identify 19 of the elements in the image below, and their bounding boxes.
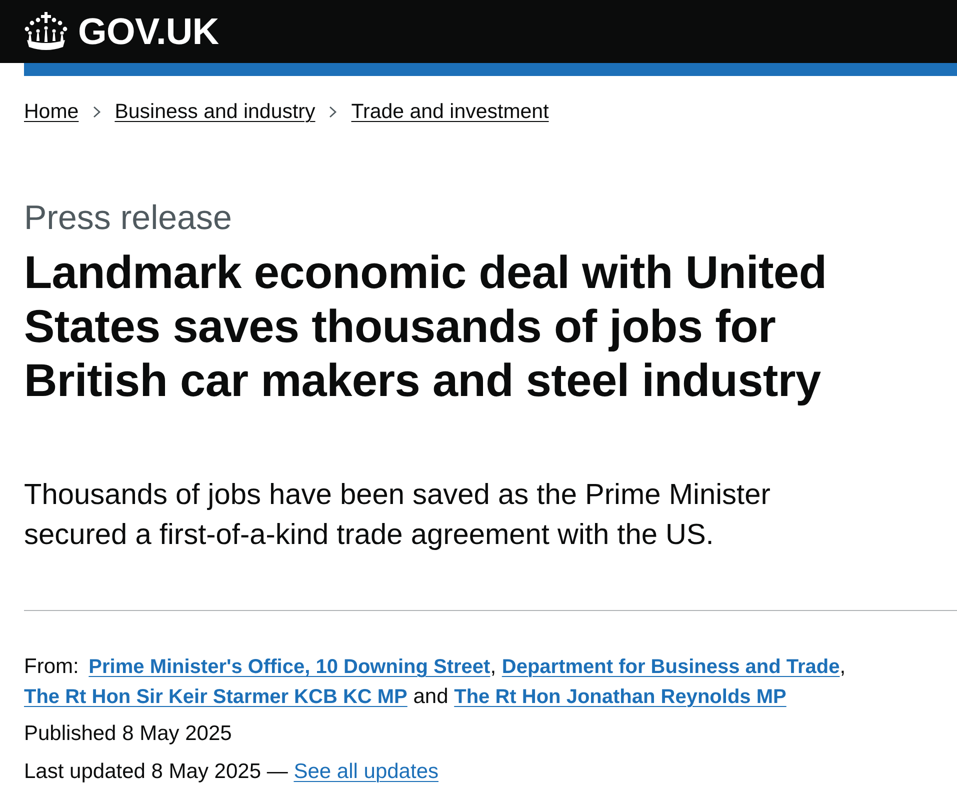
from-line: From: Prime Minister's Office, 10 Downing Street, Department for Business and Trade, The Rt Hon Sir Keir Starmer KCB KC MP and The Rt Hon Jonathan Reynolds MP bbox=[24, 654, 847, 710]
last-updated-line: Last updated 8 May 2025 — See all updates bbox=[24, 759, 438, 785]
see-all-updates-link[interactable]: See all updates bbox=[294, 760, 438, 783]
chevron-right-icon bbox=[329, 106, 338, 118]
logo-text: GOV.UK bbox=[78, 13, 219, 50]
page-title: Landmark economic deal with United States saves thousands of jobs for British car makers and steel industry bbox=[24, 245, 828, 407]
lead-paragraph: Thousands of jobs have been saved as the Prime Minister secured a first-of-a-kind trade agreement with the US. bbox=[24, 478, 772, 553]
crown-icon bbox=[24, 12, 68, 52]
chevron-right-icon bbox=[92, 106, 101, 118]
published-line: Published 8 May 2025 bbox=[24, 721, 232, 747]
organisation-link[interactable]: Department for Business and Trade bbox=[502, 656, 840, 678]
organisation-link[interactable]: Prime Minister's Office, 10 Downing Street bbox=[88, 656, 490, 678]
organisation-link[interactable]: The Rt Hon Jonathan Reynolds MP bbox=[454, 686, 786, 708]
govuk-logo-link[interactable]: GOV.UK bbox=[24, 12, 219, 52]
breadcrumb-link[interactable]: Trade and investment bbox=[351, 99, 549, 124]
breadcrumb-link[interactable]: Home bbox=[24, 99, 79, 124]
organisation-link[interactable]: The Rt Hon Sir Keir Starmer KCB KC MP bbox=[24, 686, 408, 708]
breadcrumb-link[interactable]: Business and industry bbox=[114, 99, 316, 124]
document-type: Press release bbox=[24, 198, 232, 238]
